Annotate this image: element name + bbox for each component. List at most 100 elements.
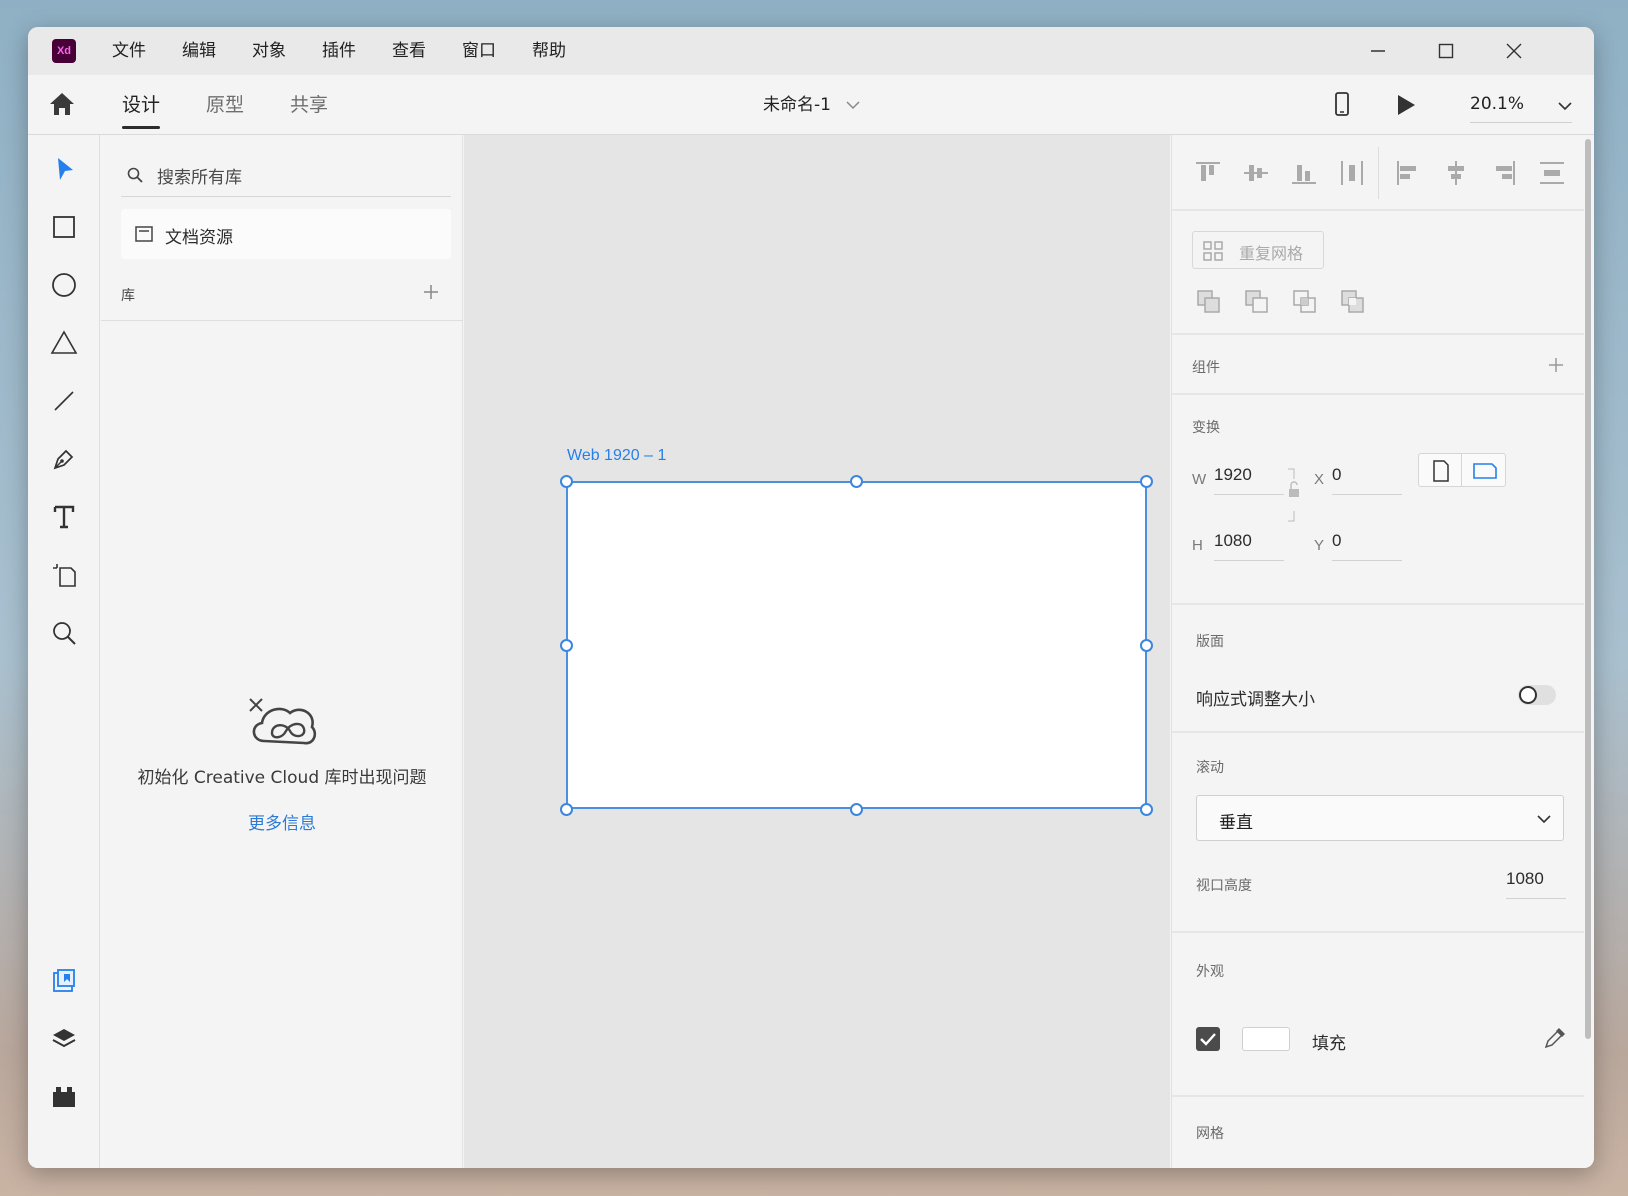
tab-design[interactable]: 设计: [122, 75, 161, 135]
more-info-link[interactable]: 更多信息: [101, 809, 463, 834]
play-preview-button[interactable]: [1394, 92, 1420, 118]
align-right-icon[interactable]: [1490, 159, 1518, 187]
maximize-button[interactable]: [1412, 27, 1480, 75]
y-field[interactable]: 0: [1332, 531, 1402, 561]
rectangle-tool[interactable]: [50, 213, 78, 241]
artboard-icon: [53, 564, 76, 587]
fill-color-swatch[interactable]: [1242, 1027, 1290, 1051]
align-center-icon[interactable]: [1442, 159, 1470, 187]
scroll-section: 滚动 垂直 视口高度 1080: [1172, 733, 1584, 933]
menu-file[interactable]: 文件: [112, 27, 146, 75]
height-value: 1080: [1214, 531, 1252, 550]
rectangle-icon: [53, 216, 75, 238]
resize-handle-bottom[interactable]: [850, 803, 863, 816]
viewport-height-field[interactable]: 1080: [1506, 869, 1566, 899]
artboard-name[interactable]: Web 1920 – 1: [567, 447, 666, 465]
top-toolbar: 设计 原型 共享 未命名-1 20.1%: [28, 75, 1594, 135]
zoom-select[interactable]: 20.1%: [1470, 75, 1572, 135]
distribute-horizontal-icon[interactable]: [1338, 159, 1366, 187]
document-assets-item[interactable]: 文档资源: [121, 209, 451, 259]
minimize-button[interactable]: [1344, 27, 1412, 75]
resize-handle-right[interactable]: [1140, 639, 1153, 652]
boolean-add-icon[interactable]: [1196, 289, 1222, 315]
document-title-text: 未命名-1: [763, 95, 831, 115]
tab-prototype[interactable]: 原型: [206, 75, 244, 135]
height-field[interactable]: 1080: [1214, 531, 1284, 561]
boolean-intersect-icon[interactable]: [1292, 289, 1318, 315]
add-component-icon[interactable]: [1548, 357, 1564, 373]
x-value: 0: [1332, 465, 1342, 484]
repeat-grid-icon: [1203, 241, 1223, 261]
select-tool[interactable]: [50, 155, 78, 183]
repeat-grid-label: 重复网格: [1239, 244, 1304, 263]
title-bar: Xd 文件 编辑 对象 插件 查看 窗口 帮助: [28, 27, 1594, 75]
scroll-select[interactable]: 垂直: [1196, 795, 1564, 841]
eyedropper-icon[interactable]: [1542, 1025, 1568, 1051]
x-label: X: [1314, 471, 1325, 488]
boolean-subtract-icon[interactable]: [1244, 289, 1270, 315]
document-title[interactable]: 未命名-1: [763, 75, 860, 135]
line-tool[interactable]: [50, 387, 78, 415]
resize-handle-top-right[interactable]: [1140, 475, 1153, 488]
close-button[interactable]: [1480, 27, 1548, 75]
chevron-down-icon: [1537, 815, 1551, 824]
text-tool[interactable]: [50, 503, 78, 531]
menu-plugins[interactable]: 插件: [322, 27, 356, 75]
home-button[interactable]: [48, 91, 78, 119]
landscape-button[interactable]: [1463, 454, 1506, 486]
plugins-panel-button[interactable]: [50, 1083, 78, 1111]
viewport-height-value: 1080: [1506, 869, 1544, 888]
resize-handle-bottom-right[interactable]: [1140, 803, 1153, 816]
creative-cloud-error-icon: [249, 698, 317, 745]
device-preview-button[interactable]: [1332, 91, 1356, 119]
fill-label: 填充: [1312, 1034, 1346, 1054]
menu-window[interactable]: 窗口: [462, 27, 496, 75]
resize-handle-left[interactable]: [560, 639, 573, 652]
menu-object[interactable]: 对象: [252, 27, 286, 75]
align-bottom-icon[interactable]: [1290, 159, 1318, 187]
portrait-button[interactable]: [1419, 454, 1462, 486]
zoom-tool[interactable]: [50, 619, 78, 647]
triangle-icon: [50, 330, 78, 354]
ellipse-icon: [52, 273, 76, 297]
align-top-icon[interactable]: [1194, 159, 1222, 187]
resize-handle-top[interactable]: [850, 475, 863, 488]
inspector-scrollbar[interactable]: [1585, 139, 1591, 1039]
transform-label: 变换: [1192, 420, 1220, 436]
artboard[interactable]: [566, 481, 1147, 809]
align-left-icon[interactable]: [1394, 159, 1422, 187]
polygon-tool[interactable]: [50, 329, 78, 357]
repeat-grid-button[interactable]: 重复网格: [1192, 231, 1324, 269]
portrait-page-icon: [1433, 460, 1449, 482]
x-field[interactable]: 0: [1332, 465, 1402, 495]
lock-aspect-icon[interactable]: [1286, 467, 1300, 523]
close-icon: [1506, 43, 1522, 59]
menu-view[interactable]: 查看: [392, 27, 426, 75]
components-label: 组件: [1192, 360, 1220, 376]
responsive-resize-toggle[interactable]: [1518, 685, 1556, 705]
chevron-down-icon: [1558, 102, 1572, 111]
design-canvas[interactable]: Web 1920 – 1: [464, 135, 1170, 1168]
resize-handle-bottom-left[interactable]: [560, 803, 573, 816]
select-arrow-icon: [58, 158, 73, 180]
width-field[interactable]: 1920: [1214, 465, 1284, 495]
pen-tool[interactable]: [50, 445, 78, 473]
menu-edit[interactable]: 编辑: [182, 27, 216, 75]
align-middle-icon[interactable]: [1242, 159, 1270, 187]
appearance-section: 外观 填充: [1172, 933, 1584, 1097]
assets-panel-button[interactable]: [50, 967, 78, 995]
menu-help[interactable]: 帮助: [532, 27, 566, 75]
distribute-vertical-icon[interactable]: [1538, 159, 1566, 187]
library-search[interactable]: 搜索所有库: [121, 151, 451, 197]
width-value: 1920: [1214, 465, 1252, 484]
resize-handle-top-left[interactable]: [560, 475, 573, 488]
boolean-exclude-icon[interactable]: [1340, 289, 1366, 315]
fill-checkbox[interactable]: [1196, 1027, 1220, 1051]
xd-logo: Xd: [52, 39, 76, 63]
ellipse-tool[interactable]: [50, 271, 78, 299]
artboard-tool[interactable]: [50, 561, 78, 589]
layout-label: 版面: [1196, 634, 1224, 650]
tab-share[interactable]: 共享: [290, 75, 328, 135]
layers-panel-button[interactable]: [50, 1025, 78, 1053]
add-library-icon[interactable]: [423, 284, 439, 300]
